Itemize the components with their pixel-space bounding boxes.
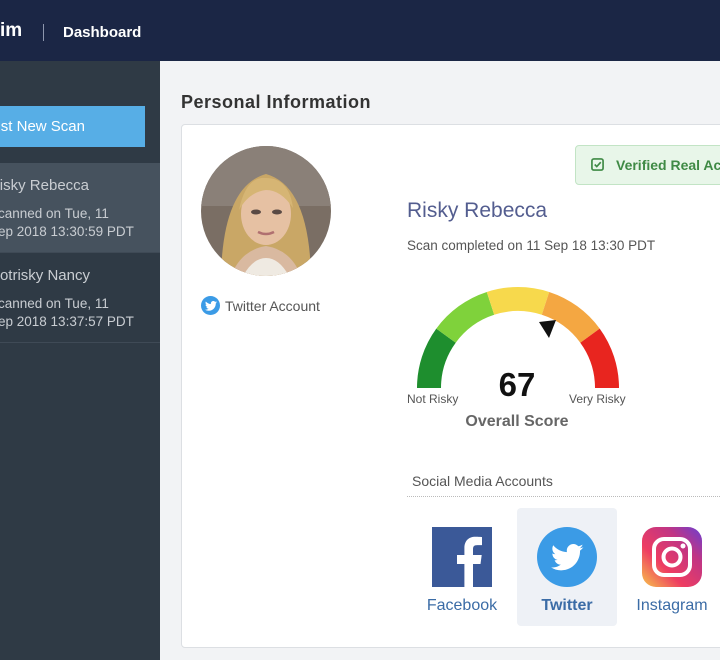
- social-facebook-button[interactable]: Facebook: [412, 508, 512, 626]
- divider: [407, 496, 720, 497]
- scan-item-name: isky Rebecca: [0, 177, 89, 194]
- gauge-segment: [486, 287, 550, 315]
- social-facebook-label: Facebook: [426, 597, 498, 614]
- twitter-icon: [201, 296, 220, 315]
- social-twitter-label: Twitter: [541, 597, 593, 614]
- twitter-account-label: Twitter Account: [225, 297, 320, 314]
- scan-item-timestamp: canned on Tue, 11 ep 2018 13:37:57 PDT: [0, 295, 134, 331]
- scan-item-timestamp: canned on Tue, 11 ep 2018 13:30:59 PDT: [0, 205, 134, 241]
- sidebar: st New Scan isky Rebecca canned on Tue, …: [0, 61, 160, 660]
- twitter-account-link[interactable]: Twitter Account: [201, 296, 320, 315]
- facebook-icon: [432, 527, 492, 587]
- gauge-needle-icon: [539, 320, 556, 338]
- person-name: Risky Rebecca: [407, 199, 548, 222]
- overall-score-label: Overall Score: [465, 413, 569, 430]
- scan-item-meta-line: ep 2018 13:37:57 PDT: [0, 314, 134, 329]
- scan-item-meta-line: canned on Tue, 11: [0, 296, 109, 311]
- top-bar: im Dashboard: [0, 0, 720, 61]
- social-instagram-label: Instagram: [636, 597, 708, 614]
- scan-list-item[interactable]: isky Rebecca canned on Tue, 11 ep 2018 1…: [0, 163, 160, 253]
- overall-score-value: 67: [498, 366, 536, 403]
- avatar: [201, 146, 331, 276]
- brand-logo[interactable]: im: [0, 20, 22, 42]
- gauge-max-label: Very Risky: [569, 392, 626, 406]
- page-title: Personal Information: [181, 92, 372, 112]
- scan-item-name: otrisky Nancy: [0, 267, 90, 284]
- instagram-icon: [642, 527, 702, 587]
- social-accounts-heading: Social Media Accounts: [412, 473, 553, 489]
- scan-item-meta-line: canned on Tue, 11: [0, 206, 109, 221]
- scan-item-meta-line: ep 2018 13:30:59 PDT: [0, 224, 134, 239]
- twitter-icon: [537, 527, 597, 587]
- scan-list-item[interactable]: otrisky Nancy canned on Tue, 11 ep 2018 …: [0, 253, 160, 343]
- verified-status-label: Verified Real Ac: [616, 157, 720, 173]
- social-twitter-button[interactable]: Twitter: [517, 508, 617, 626]
- gauge-min-label: Not Risky: [407, 392, 459, 406]
- checkbox-check-icon: [591, 158, 604, 171]
- nav-dashboard-link[interactable]: Dashboard: [63, 24, 141, 41]
- start-new-scan-label: st New Scan: [0, 118, 85, 135]
- header-divider: [43, 24, 44, 41]
- start-new-scan-button[interactable]: st New Scan: [0, 106, 145, 147]
- scan-completed-timestamp: Scan completed on 11 Sep 18 13:30 PDT: [407, 238, 656, 253]
- social-instagram-button[interactable]: Instagram: [622, 508, 720, 626]
- verified-status-badge: Verified Real Ac: [575, 145, 720, 185]
